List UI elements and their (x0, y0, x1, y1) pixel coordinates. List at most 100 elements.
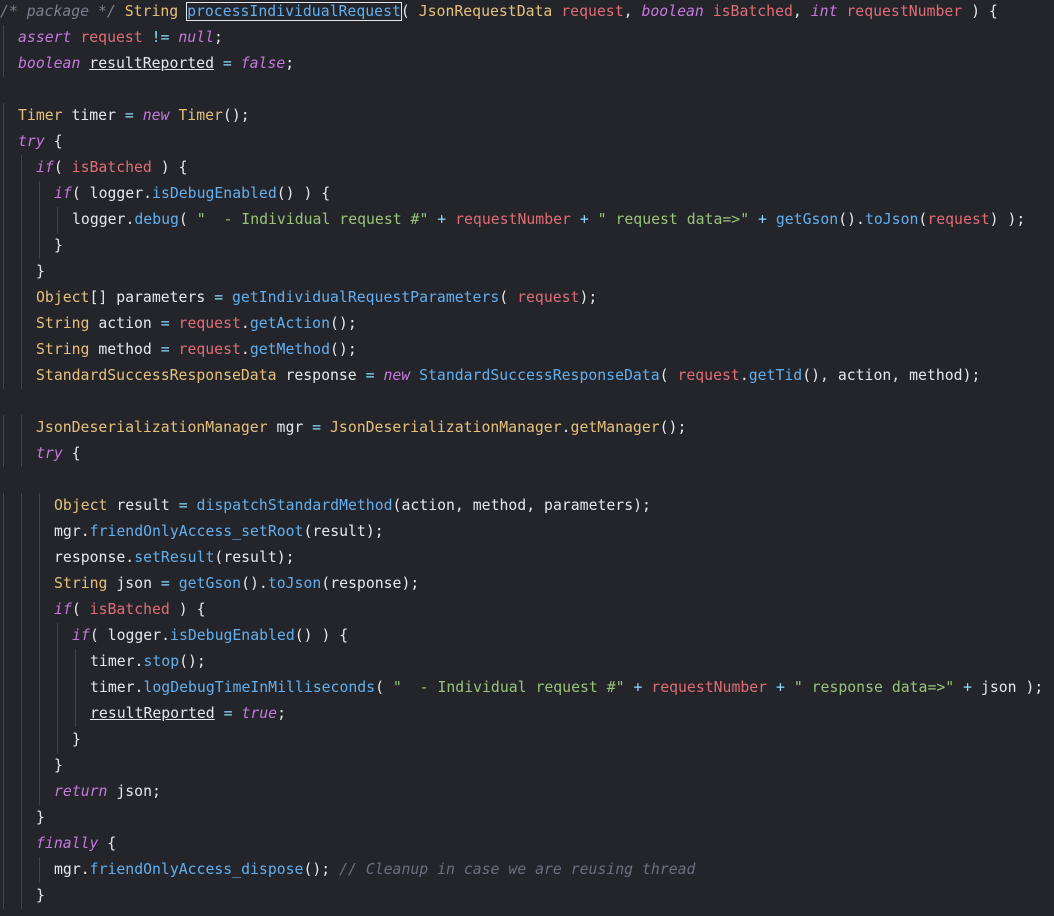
code-content: String method = request.getMethod(); (36, 337, 357, 363)
indent-guide (39, 545, 40, 571)
code-line[interactable]: StandardSuccessResponseData response = n… (0, 363, 1054, 389)
code-editor[interactable]: /* package */ String processIndividualRe… (0, 0, 1054, 916)
code-token: + (428, 211, 456, 228)
code-line[interactable]: } (0, 753, 1054, 779)
code-token: String (124, 3, 188, 20)
indent-guide (39, 493, 40, 519)
code-line[interactable]: logger.debug( " - Individual request #" … (0, 207, 1054, 233)
code-token: ( (659, 367, 678, 384)
code-line[interactable]: /* package */ String processIndividualRe… (0, 0, 1054, 25)
code-token: dispatchStandardMethod (196, 497, 393, 514)
code-token: " - Individual request #" (196, 211, 429, 228)
code-line[interactable]: JsonDeserializationManager mgr = JsonDes… (0, 415, 1054, 441)
code-line[interactable]: return json; (0, 779, 1054, 805)
code-token: friendOnlyAccess_dispose (89, 861, 304, 878)
code-line[interactable]: resultReported = true; (0, 701, 1054, 727)
code-token: + (954, 679, 981, 696)
indent-guide (21, 363, 22, 389)
code-line[interactable] (0, 467, 1054, 493)
code-line[interactable]: mgr.friendOnlyAccess_setRoot(result); (0, 519, 1054, 545)
code-token: getManager (570, 419, 660, 436)
code-line[interactable]: } (0, 883, 1054, 909)
code-token: . (80, 523, 90, 540)
code-token: String (36, 341, 99, 358)
code-content: Object result = dispatchStandardMethod(a… (54, 493, 651, 519)
code-token: result (116, 497, 179, 514)
code-token: logDebugTimeInMilliseconds (143, 679, 376, 696)
code-line[interactable]: Object[] parameters = getIndividualReque… (0, 285, 1054, 311)
code-line[interactable]: } (0, 259, 1054, 285)
code-token: = (214, 705, 242, 722)
indent-guide (3, 545, 4, 571)
code-line[interactable] (0, 77, 1054, 103)
indent-guide (39, 779, 40, 805)
code-line[interactable]: } (0, 727, 1054, 753)
selected-token: processIndividualRequest (186, 2, 402, 21)
code-line[interactable]: if( isBatched ) { (0, 597, 1054, 623)
code-line[interactable]: Timer timer = new Timer(); (0, 103, 1054, 129)
code-token: . (80, 861, 90, 878)
code-line[interactable]: try { (0, 441, 1054, 467)
indent-guide (3, 363, 4, 389)
code-line[interactable]: assert request != null; (0, 25, 1054, 51)
indent-guide (21, 233, 22, 259)
code-line[interactable]: mgr.friendOnlyAccess_dispose(); // Clean… (0, 857, 1054, 883)
code-line[interactable]: } (0, 805, 1054, 831)
code-line[interactable]: } (0, 233, 1054, 259)
code-token: JsonRequestData (418, 3, 562, 20)
indent-guide (21, 441, 22, 467)
code-token: . (161, 627, 171, 644)
code-token: + (570, 211, 598, 228)
code-token: ; (214, 29, 223, 46)
code-token: " response data=>" (793, 679, 955, 696)
code-line[interactable]: timer.logDebugTimeInMilliseconds( " - In… (0, 675, 1054, 701)
indent-guide (39, 649, 40, 675)
code-comment: // Cleanup in case we are reusing thread (339, 861, 696, 878)
code-line[interactable]: String json = getGson().toJson(response)… (0, 571, 1054, 597)
code-content: response.setResult(result); (54, 545, 295, 571)
code-token: . (561, 419, 571, 436)
code-line[interactable]: timer.stop(); (0, 649, 1054, 675)
indent-guide (3, 857, 4, 883)
code-token: StandardSuccessResponseData (419, 367, 660, 384)
indent-guide (21, 623, 22, 649)
indent-guide (21, 155, 22, 181)
code-token: method (98, 341, 161, 358)
indent-guide (21, 311, 22, 337)
code-token: = (214, 289, 233, 306)
code-line[interactable]: Object result = dispatchStandardMethod(a… (0, 493, 1054, 519)
code-line[interactable]: response.setResult(result); (0, 545, 1054, 571)
indent-guide (3, 337, 4, 363)
indent-guide (39, 857, 40, 883)
code-content: try { (36, 441, 81, 467)
code-token: ); (365, 523, 384, 540)
indent-guide (3, 441, 4, 467)
code-content: mgr.friendOnlyAccess_setRoot(result); (54, 519, 384, 545)
code-token: request (677, 367, 740, 384)
code-token: /* package */ (0, 3, 125, 20)
code-token: (); (330, 315, 357, 332)
indent-guide (21, 545, 22, 571)
code-line[interactable]: boolean resultReported = false; (0, 51, 1054, 77)
code-line[interactable]: if( logger.isDebugEnabled() ) { (0, 181, 1054, 207)
code-line[interactable]: try { (0, 129, 1054, 155)
code-token: json (980, 679, 1026, 696)
indent-guide (3, 181, 4, 207)
code-token: requestNumber (455, 211, 571, 228)
code-token: StandardSuccessResponseData (36, 367, 286, 384)
code-token: ( (499, 289, 518, 306)
code-token: request (561, 3, 624, 20)
indent-guide (39, 701, 40, 727)
code-token: request (927, 211, 990, 228)
code-line[interactable]: if( logger.isDebugEnabled() ) { (0, 623, 1054, 649)
code-line[interactable] (0, 389, 1054, 415)
code-token: true (241, 705, 278, 722)
code-token: (); (659, 419, 687, 436)
code-line[interactable]: String action = request.getAction(); (0, 311, 1054, 337)
code-line[interactable]: if( isBatched ) { (0, 155, 1054, 181)
code-line[interactable]: String method = request.getMethod(); (0, 337, 1054, 363)
code-token: logger (107, 627, 162, 644)
code-line[interactable]: finally { (0, 831, 1054, 857)
code-token: ( (89, 627, 108, 644)
indent-guide (21, 259, 22, 285)
